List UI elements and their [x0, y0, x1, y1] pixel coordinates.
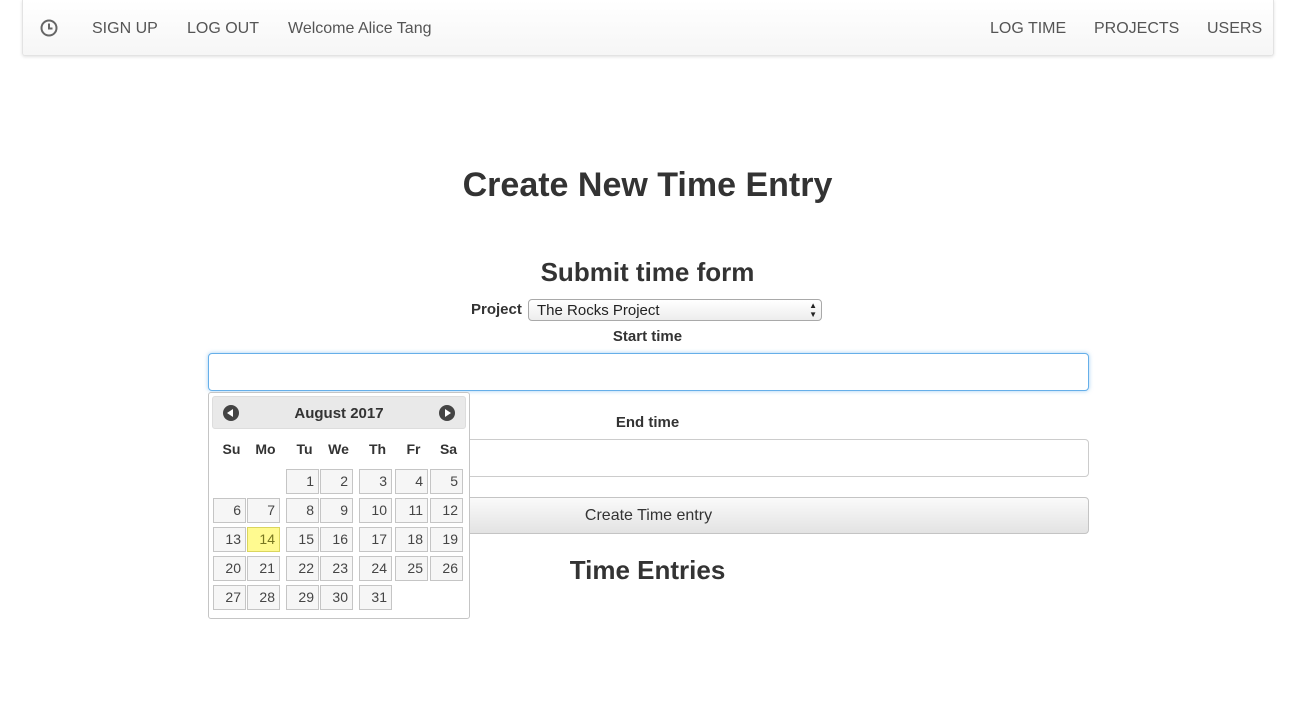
welcome-text: Welcome Alice Tang	[288, 20, 432, 37]
calendar-day[interactable]: 24	[359, 556, 392, 581]
calendar-day[interactable]: 26	[430, 556, 463, 581]
weekday-header: We	[328, 441, 349, 457]
clock-icon[interactable]	[39, 18, 59, 38]
calendar-day[interactable]: 1	[286, 469, 319, 494]
calendar-day[interactable]: 10	[359, 498, 392, 523]
calendar-day[interactable]: 31	[359, 585, 392, 610]
form-title: Submit time form	[540, 257, 755, 287]
calendar-day[interactable]: 23	[320, 556, 353, 581]
calendar-day[interactable]: 28	[247, 585, 280, 610]
log-out-link[interactable]: LOG OUT	[187, 20, 259, 38]
calendar-day[interactable]: 14	[247, 527, 280, 552]
calendar-day[interactable]: 17	[359, 527, 392, 552]
calendar-day[interactable]: 22	[286, 556, 319, 581]
start-time-label: Start time	[612, 328, 683, 345]
datepicker-popup: August 2017 Su Mo Tu We Th Fr Sa 1 2 3 4 5 6 7 8 9 10 11 1…	[208, 392, 470, 619]
datepicker-header: August 2017	[212, 396, 466, 429]
calendar-day[interactable]: 7	[247, 498, 280, 523]
calendar-day[interactable]: 16	[320, 527, 353, 552]
projects-link[interactable]: PROJECTS	[1094, 20, 1179, 38]
project-select-value: The Rocks Project	[537, 302, 660, 319]
weekday-header: Th	[368, 441, 387, 457]
weekday-header: Sa	[439, 441, 458, 457]
calendar-day[interactable]: 6	[213, 498, 246, 523]
datepicker-month-title: August 2017	[294, 405, 384, 422]
calendar-day[interactable]: 5	[430, 469, 463, 494]
weekday-header: Fr	[406, 441, 421, 457]
calendar-day[interactable]: 15	[286, 527, 319, 552]
end-time-label: End time	[615, 414, 680, 431]
calendar-day[interactable]: 3	[359, 469, 392, 494]
start-time-input[interactable]	[208, 353, 1089, 391]
weekday-header: Su	[222, 441, 241, 457]
calendar-day[interactable]: 21	[247, 556, 280, 581]
calendar-day[interactable]: 25	[395, 556, 428, 581]
project-label: Project	[471, 301, 522, 318]
sign-up-link[interactable]: SIGN UP	[92, 20, 158, 38]
calendar-day[interactable]: 18	[395, 527, 428, 552]
calendar-day[interactable]: 20	[213, 556, 246, 581]
calendar-day[interactable]: 4	[395, 469, 428, 494]
top-navbar: SIGN UP LOG OUT Welcome Alice Tang LOG T…	[22, 0, 1274, 56]
select-arrows-icon: ▲ ▼	[809, 301, 817, 319]
calendar-day[interactable]: 13	[213, 527, 246, 552]
weekday-header: Tu	[296, 441, 313, 457]
calendar-day[interactable]: 30	[320, 585, 353, 610]
page-title: Create New Time Entry	[462, 166, 833, 204]
project-select[interactable]: The Rocks Project ▲ ▼	[528, 299, 822, 321]
calendar-day[interactable]: 19	[430, 527, 463, 552]
chevron-right-icon[interactable]	[439, 405, 455, 421]
users-link[interactable]: USERS	[1207, 20, 1262, 38]
time-entries-title: Time Entries	[569, 555, 726, 585]
calendar-day[interactable]: 8	[286, 498, 319, 523]
weekday-header: Mo	[255, 441, 276, 457]
calendar-day[interactable]: 11	[395, 498, 428, 523]
calendar-day[interactable]: 9	[320, 498, 353, 523]
calendar-day[interactable]: 2	[320, 469, 353, 494]
calendar-day[interactable]: 29	[286, 585, 319, 610]
calendar-day[interactable]: 12	[430, 498, 463, 523]
calendar-day[interactable]: 27	[213, 585, 246, 610]
log-time-link[interactable]: LOG TIME	[990, 20, 1066, 38]
